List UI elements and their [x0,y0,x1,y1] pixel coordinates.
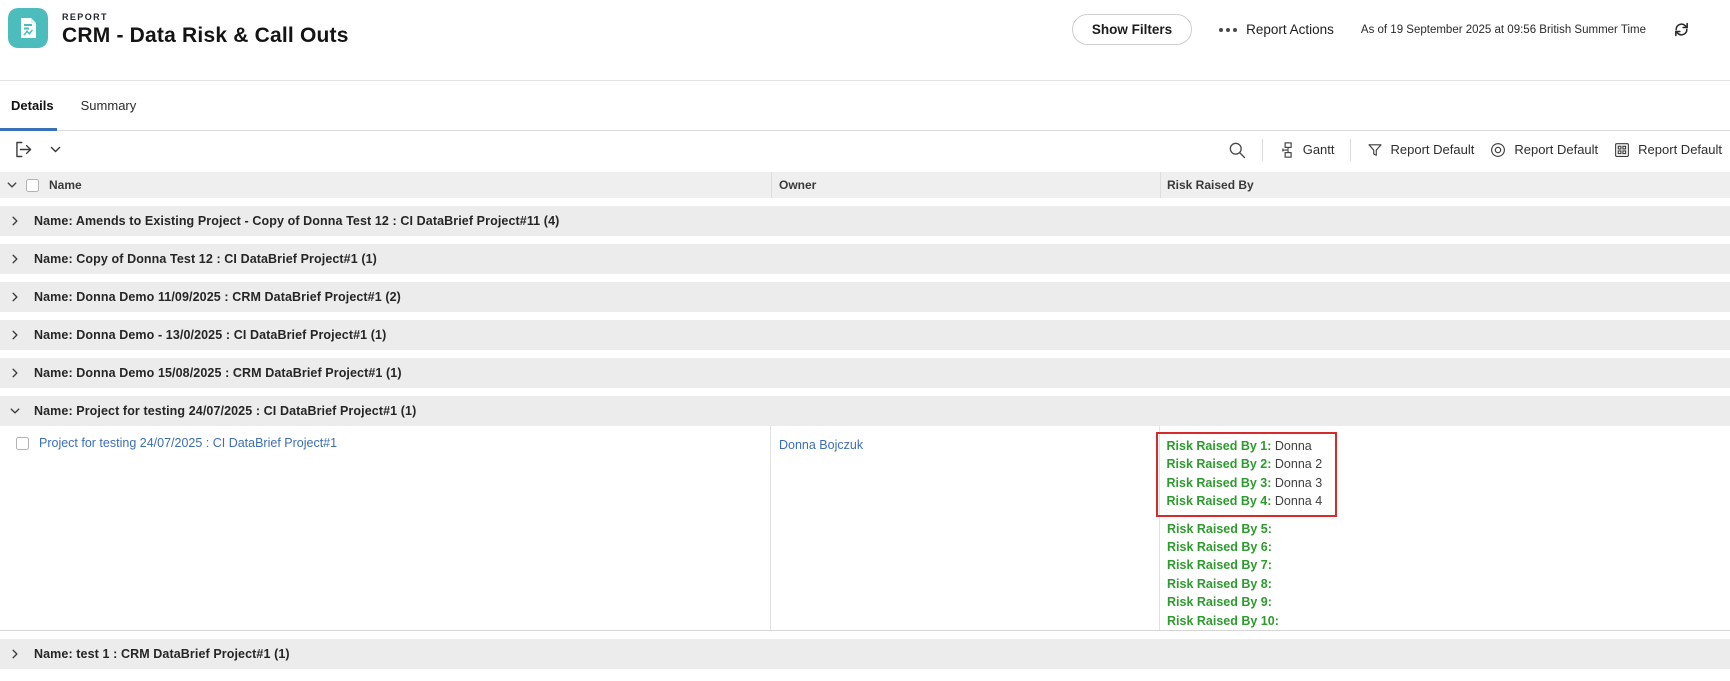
table-body: Name: Amends to Existing Project - Copy … [0,206,1730,670]
filter-default-label: Report Default [1390,142,1475,157]
group-label: Name: test 1 : CRM DataBrief Project#1 (… [34,647,290,662]
group-label: Name: Project for testing 24/07/2025 : C… [34,404,417,418]
collapse-all-chevron-icon[interactable] [6,179,18,191]
risk-raised-by-line: Risk Raised By 2: Donna 2 [1167,455,1323,473]
table-header: Name Owner Risk Raised By [0,172,1730,198]
risk-raised-by-cell: Risk Raised By 1: Donna Risk Raised By 2:… [1155,426,1730,630]
group-label: Name: Donna Demo - 13/0/2025 : CI DataBr… [34,328,387,342]
risk-raised-by-line: Risk Raised By 8: [1167,575,1730,593]
group-label: Name: Copy of Donna Test 12 : CI DataBri… [34,252,377,266]
toolbar-divider [1261,138,1263,161]
show-filters-button[interactable]: Show Filters [1071,14,1193,45]
column-header-name[interactable]: Name [49,178,82,192]
project-link[interactable]: Project for testing 24/07/2025 : CI Data… [39,436,337,450]
group-row[interactable]: Name: Donna Demo 15/08/2025 : CRM DataBr… [0,358,1730,388]
column-header-risk-raised-by[interactable]: Risk Raised By [1167,178,1254,192]
risk-label: Risk Raised By 9: [1167,595,1272,610]
report-kind-label: REPORT [62,12,108,22]
risk-raised-by-line: Risk Raised By 3: Donna 3 [1167,474,1323,492]
group-row[interactable]: Name: Project for testing 24/07/2025 : C… [0,396,1730,426]
tab-summary[interactable]: Summary [81,98,137,113]
risk-label: Risk Raised By 1: [1166,439,1272,453]
group-label: Name: Donna Demo 15/08/2025 : CRM DataBr… [34,366,402,380]
risk-value: Donna 2 [1271,457,1323,472]
filter-default-button[interactable]: Report Default [1366,141,1475,159]
chevron-right-icon[interactable] [9,291,21,303]
owner-cell: Donna Bojczuk [771,426,1160,631]
more-dots-icon [1219,27,1238,32]
page-title: CRM - Data Risk & Call Outs [62,24,349,47]
report-actions-label: Report Actions [1246,22,1334,37]
report-document-icon [8,8,48,48]
expanded-group-details: Project for testing 24/07/2025 : CI Data… [0,426,1730,632]
view-default-button[interactable]: Report Default [1489,141,1598,159]
grouping-default-button[interactable]: Report Default [1613,141,1722,159]
risk-raised-by-line: Risk Raised By 5: [1167,520,1730,538]
grid-icon [1613,141,1631,159]
risk-raised-by-line: Risk Raised By 1: Donna [1167,437,1323,455]
report-actions-button[interactable]: Report Actions [1219,22,1334,37]
select-all-checkbox[interactable] [26,178,39,192]
owner-link[interactable]: Donna Bojczuk [779,438,863,452]
risk-value: Donna [1271,439,1312,453]
view-circle-icon [1489,141,1507,159]
chevron-right-icon[interactable] [9,215,21,227]
active-tab-underline [0,127,57,131]
tab-details[interactable]: Details [11,98,54,113]
group-row[interactable]: Name: Donna Demo - 13/0/2025 : CI DataBr… [0,320,1730,350]
as-of-timestamp: As of 19 September 2025 at 09:56 British… [1360,23,1646,36]
refresh-icon[interactable] [1673,21,1690,38]
risk-raised-by-line: Risk Raised By 9: [1167,593,1730,611]
gantt-label: Gantt [1302,142,1335,157]
chevron-right-icon[interactable] [9,329,21,341]
report-tabs: Details Summary [0,80,1730,131]
search-icon[interactable] [1227,140,1247,160]
column-divider [1160,172,1161,198]
risk-label: Risk Raised By 7: [1167,558,1272,573]
column-header-owner[interactable]: Owner [779,178,816,192]
export-icon[interactable] [13,139,34,160]
risk-label: Risk Raised By 5: [1167,521,1272,536]
grouping-default-label: Report Default [1638,142,1722,157]
risk-label: Risk Raised By 10: [1167,613,1279,628]
group-label: Name: Donna Demo 11/09/2025 : CRM DataBr… [34,290,401,304]
chevron-right-icon[interactable] [9,253,21,265]
risk-raised-by-line: Risk Raised By 6: [1167,538,1730,556]
list-toolbar: Gantt Report Default Report Default Repo… [0,131,1730,168]
risk-label: Risk Raised By 4: [1166,494,1272,509]
group-label: Name: Amends to Existing Project - Copy … [34,214,560,228]
group-row[interactable]: Name: Donna Demo 11/09/2025 : CRM DataBr… [0,282,1730,312]
toolbar-divider [1349,138,1351,161]
group-row[interactable]: Name: test 1 : CRM DataBrief Project#1 (… [0,639,1730,670]
risk-raised-by-line: Risk Raised By 10: [1167,612,1730,630]
column-divider [771,172,772,198]
row-checkbox[interactable] [16,437,29,450]
risk-raised-by-line: Risk Raised By 4: Donna 4 [1167,492,1323,510]
report-header: REPORT CRM - Data Risk & Call Outs Show … [0,0,1730,80]
risk-raised-by-line: Risk Raised By 7: [1167,556,1730,574]
hierarchy-icon [1278,141,1296,159]
gantt-button[interactable]: Gantt [1278,141,1335,159]
group-row[interactable]: Name: Amends to Existing Project - Copy … [0,206,1730,236]
view-default-label: Report Default [1514,142,1599,157]
risk-label: Risk Raised By 3: [1166,475,1272,490]
chevron-right-icon[interactable] [9,648,21,660]
annotation-box-red: Risk Raised By 1: Donna Risk Raised By 2:… [1155,432,1338,517]
risk-label: Risk Raised By 6: [1167,540,1272,555]
risk-label: Risk Raised By 2: [1166,457,1272,472]
risk-value: Donna 3 [1271,475,1323,490]
funnel-icon [1366,141,1384,159]
risk-value: Donna 4 [1271,494,1323,509]
chevron-down-icon[interactable] [9,405,21,417]
risk-label: Risk Raised By 8: [1167,576,1272,591]
name-cell: Project for testing 24/07/2025 : CI Data… [0,426,771,631]
export-options-chevron-icon[interactable] [49,143,62,156]
group-row[interactable]: Name: Copy of Donna Test 12 : CI DataBri… [0,244,1730,274]
chevron-right-icon[interactable] [9,367,21,379]
